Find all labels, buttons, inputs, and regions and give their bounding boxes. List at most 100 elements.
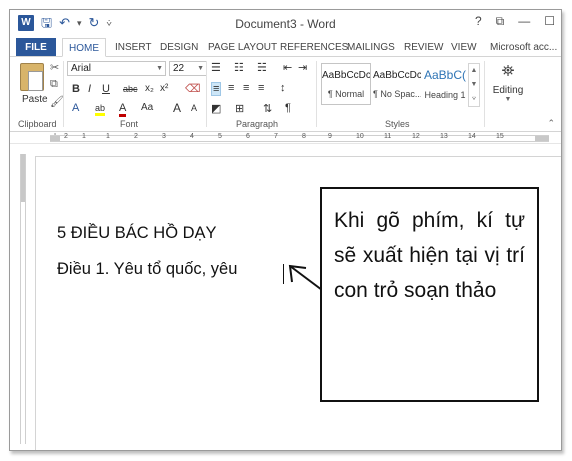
help-button[interactable]: ? [475, 14, 482, 29]
tab-mailings[interactable]: MAILINGS [347, 38, 395, 57]
page-edge [35, 156, 561, 157]
font-size-dropdown[interactable]: 22 ▼ [169, 61, 207, 76]
bold-button[interactable]: B [72, 83, 80, 95]
font-group-label: Font [120, 119, 139, 129]
superscript-button[interactable]: x² [160, 83, 168, 94]
ruler-number: 9 [328, 133, 332, 140]
clipboard-group-label: Clipboard [18, 119, 57, 129]
minimize-button[interactable]: — [518, 14, 530, 29]
horizontal-ruler[interactable]: L 2 1 1 2 3 4 5 6 7 8 9 10 11 12 13 14 1… [10, 132, 561, 144]
tab-page-layout[interactable]: PAGE LAYOUT [208, 38, 277, 57]
shrink-font-button[interactable]: A [191, 103, 197, 113]
ruler-number: 14 [468, 133, 476, 140]
window-controls: ? ⧉ — ☐ [475, 14, 555, 29]
tab-review[interactable]: REVIEW [404, 38, 443, 57]
decrease-indent-icon[interactable]: ⇤ [283, 61, 292, 74]
strikethrough-button[interactable]: abc [123, 84, 138, 94]
account-name[interactable]: Microsoft acc... [490, 38, 557, 57]
vertical-ruler[interactable] [20, 154, 26, 444]
callout-text: Khi gõ phím, kí tự sẽ xuất hiện tại vị t… [334, 209, 525, 302]
chevron-down-icon: ▼ [156, 65, 163, 72]
cut-icon[interactable]: ✂ [50, 61, 59, 74]
font-color-button[interactable]: A [119, 102, 127, 117]
bullets-icon[interactable]: ☰ [211, 61, 221, 74]
show-hide-marks-icon[interactable]: ¶ [285, 102, 291, 114]
title-bar: W 🖫 ↶ ▾ ↻ ⩒ Document3 - Word ? ⧉ — ☐ [10, 10, 561, 38]
ruler-number: 1 [106, 133, 110, 140]
paragraph-group-label: Paragraph [236, 119, 279, 129]
style-preview: AaBbCcDc [373, 70, 421, 81]
align-right-icon[interactable]: ≡ [243, 82, 249, 94]
ruler-number: 6 [246, 133, 250, 140]
editing-button[interactable]: ⛯ Editing ▼ [488, 63, 528, 103]
document-area[interactable]: 5 ĐIỀU BÁC HỒ DẠY Điều 1. Yêu tổ quốc, y… [10, 144, 561, 450]
collapse-ribbon-icon[interactable]: ⌃ [547, 118, 555, 129]
document-heading[interactable]: 5 ĐIỀU BÁC HỒ DẠY [57, 224, 217, 243]
line-spacing-icon[interactable]: ↕ [280, 82, 286, 94]
ruler-number: 10 [356, 133, 364, 140]
grow-font-button[interactable]: A [173, 101, 181, 115]
ruler-track: 2 1 1 2 3 4 5 6 7 8 9 10 11 12 13 14 15 [50, 133, 549, 142]
binoculars-icon: ⛯ [501, 63, 515, 80]
tab-design[interactable]: DESIGN [160, 38, 198, 57]
clear-formatting-icon[interactable]: ⌫ [185, 82, 201, 95]
ruler-margin-left [50, 136, 60, 141]
ruler-number: 4 [190, 133, 194, 140]
annotation-callout: Khi gõ phím, kí tự sẽ xuất hiện tại vị t… [320, 187, 539, 402]
vertical-ruler-margin [21, 154, 25, 202]
increase-indent-icon[interactable]: ⇥ [298, 61, 307, 74]
align-center-icon[interactable]: ≡ [228, 82, 234, 94]
tab-home[interactable]: HOME [62, 38, 106, 57]
font-name-dropdown[interactable]: Arial ▼ [67, 61, 166, 76]
page-edge [35, 156, 36, 450]
borders-icon[interactable]: ⊞ [235, 102, 244, 115]
ruler-number: 12 [412, 133, 420, 140]
maximize-button[interactable]: ☐ [544, 14, 555, 29]
group-divider [484, 61, 485, 127]
paste-icon[interactable] [20, 63, 44, 91]
style-name: ¶ Normal [327, 89, 365, 99]
copy-icon[interactable]: ⧉ [50, 78, 58, 91]
sort-icon[interactable]: ⇅ [263, 102, 272, 115]
tab-file[interactable]: FILE [16, 38, 56, 57]
text-effects-button[interactable]: A [72, 102, 79, 114]
document-text-line[interactable]: Điều 1. Yêu tổ quốc, yêu [57, 260, 237, 279]
style-heading-1[interactable]: AaBbC( Heading 1 [420, 63, 470, 105]
align-left-icon[interactable]: ≡ [211, 82, 222, 96]
ruler-number: 7 [274, 133, 278, 140]
ruler-margin-right [535, 136, 549, 141]
multilevel-list-icon[interactable]: ☵ [257, 61, 267, 74]
tab-view[interactable]: VIEW [451, 38, 477, 57]
ruler-number: 2 [64, 133, 68, 140]
group-divider [316, 61, 317, 127]
tab-insert[interactable]: INSERT [115, 38, 152, 57]
underline-button[interactable]: U [102, 83, 110, 95]
ruler-number: 2 [134, 133, 138, 140]
format-painter-icon[interactable]: 🖌 [50, 95, 64, 108]
shading-icon[interactable]: ◩ [211, 102, 221, 115]
chevron-down-icon: ▼ [504, 96, 512, 103]
style-preview: AaBbC( [423, 68, 467, 82]
numbering-icon[interactable]: ☷ [234, 61, 244, 74]
subscript-button[interactable]: x₂ [145, 83, 154, 94]
ruler-number: 8 [302, 133, 306, 140]
ruler-number: 13 [440, 133, 448, 140]
style-name: Heading 1 [424, 90, 466, 100]
ruler-number: 1 [82, 133, 86, 140]
ribbon-tabs: FILE HOME INSERT DESIGN PAGE LAYOUT REFE… [10, 38, 561, 57]
tab-references[interactable]: REFERENCES [280, 38, 348, 57]
style-normal[interactable]: AaBbCcDc ¶ Normal [321, 63, 371, 105]
font-size-value: 22 [173, 63, 185, 74]
ribbon-display-options-button[interactable]: ⧉ [496, 14, 505, 29]
justify-icon[interactable]: ≡ [258, 82, 264, 94]
style-no-spacing[interactable]: AaBbCcDc ¶ No Spac... [372, 63, 422, 105]
paste-button-label[interactable]: Paste [22, 94, 48, 105]
styles-gallery-scroll[interactable]: ▲ ▼ ⩒ [468, 63, 480, 107]
change-case-button[interactable]: Aa [141, 102, 153, 113]
chevron-down-icon: ▼ [197, 65, 204, 72]
ruler-number: 5 [218, 133, 222, 140]
highlight-color-button[interactable]: ab [95, 103, 106, 116]
ruler-number: 15 [496, 133, 504, 140]
italic-button[interactable]: I [88, 83, 91, 95]
word-window: W 🖫 ↶ ▾ ↻ ⩒ Document3 - Word ? ⧉ — ☐ FIL… [9, 9, 562, 451]
